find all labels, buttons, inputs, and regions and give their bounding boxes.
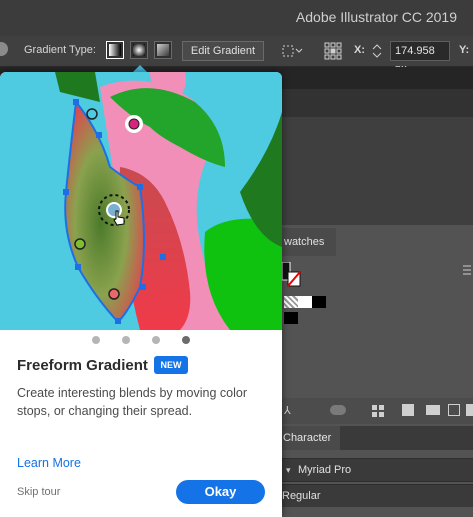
grid-icon[interactable] <box>372 404 384 417</box>
cloud-icon[interactable] <box>330 405 346 415</box>
control-bar: Gradient Type: Edit Gradient X: 174.958 … <box>0 36 473 75</box>
app-titlebar: Adobe Illustrator CC 2019 <box>0 0 473 36</box>
tour-description: Create interesting blends by moving colo… <box>17 386 247 418</box>
page-dot-1[interactable] <box>92 336 100 344</box>
trash-icon[interactable] <box>466 404 473 416</box>
stepper-icon[interactable] <box>370 42 384 60</box>
reference-point-icon[interactable] <box>324 42 342 60</box>
okay-button[interactable]: Okay <box>176 480 265 504</box>
x-position-input[interactable]: 174.958 px <box>390 41 450 75</box>
skip-tour-link[interactable]: Skip tour <box>17 486 60 498</box>
gradient-type-label: Gradient Type: <box>24 44 96 56</box>
swatches-toolbar: ⅄ <box>282 398 473 424</box>
circle-icon[interactable] <box>0 42 8 56</box>
x-label: X: <box>354 44 365 56</box>
panel-body <box>282 117 473 225</box>
tab-swatches[interactable]: watches <box>282 228 336 256</box>
swatch-black[interactable] <box>312 296 326 308</box>
edit-gradient-button[interactable]: Edit Gradient <box>182 41 264 61</box>
freeform-gradient-icon <box>157 44 169 56</box>
page-dot-3[interactable] <box>152 336 160 344</box>
new-badge: NEW <box>154 356 188 374</box>
character-panel-header <box>340 426 473 450</box>
swatch-black-2[interactable] <box>284 312 298 324</box>
menu-icon[interactable] <box>463 264 471 278</box>
swatch-library-icon[interactable]: ⅄ <box>284 404 296 417</box>
linear-gradient-icon <box>109 44 121 56</box>
pagination-dots <box>0 336 282 348</box>
new-swatch-icon[interactable] <box>448 404 460 416</box>
folder-icon[interactable] <box>426 405 440 415</box>
y-label: Y: <box>459 44 470 56</box>
align-icon[interactable] <box>282 44 304 58</box>
app-title: Adobe Illustrator CC 2019 <box>295 9 457 25</box>
linear-gradient-button[interactable] <box>106 41 124 59</box>
swatch-white[interactable] <box>298 296 312 308</box>
freeform-gradient-button[interactable] <box>154 41 172 59</box>
radial-gradient-icon <box>133 44 145 56</box>
page-dot-4[interactable] <box>182 336 190 344</box>
freeform-gradient-tour-card: Freeform Gradient NEW Create interesting… <box>0 72 282 517</box>
fill-stroke-icon[interactable] <box>281 261 302 290</box>
tour-title: Freeform Gradient <box>17 357 148 374</box>
font-family-field[interactable]: ▾ Myriad Pro <box>282 458 473 482</box>
learn-more-link[interactable]: Learn More <box>17 456 81 470</box>
font-style-field[interactable]: Regular <box>282 484 473 507</box>
chevron-down-icon: ▾ <box>286 465 291 475</box>
page-dot-2[interactable] <box>122 336 130 344</box>
tab-character[interactable]: Character <box>282 426 341 450</box>
new-group-icon[interactable] <box>402 404 414 416</box>
cursor-hand-icon <box>112 210 126 226</box>
swatches-panel <box>281 256 473 396</box>
font-family-value: Myriad Pro <box>298 464 352 476</box>
swatch-registration[interactable] <box>284 296 298 308</box>
freeform-gradient-illustration <box>0 72 282 330</box>
font-style-value: Regular <box>282 490 321 502</box>
panel-header <box>282 89 473 117</box>
radial-gradient-button[interactable] <box>130 41 148 59</box>
